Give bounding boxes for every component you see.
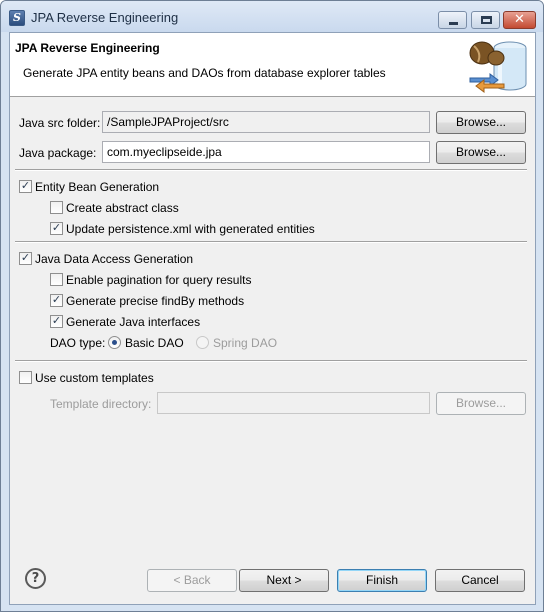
separator bbox=[15, 241, 527, 243]
package-field[interactable]: com.myeclipseide.jpa bbox=[102, 141, 430, 163]
minimize-button[interactable] bbox=[438, 11, 467, 29]
page-title: JPA Reverse Engineering bbox=[15, 41, 160, 55]
basic-dao-label[interactable]: Basic DAO bbox=[125, 336, 184, 350]
custom-templates-label[interactable]: Use custom templates bbox=[35, 371, 154, 385]
window-title: JPA Reverse Engineering bbox=[31, 10, 179, 25]
create-abstract-class-checkbox[interactable] bbox=[50, 201, 63, 214]
src-folder-field[interactable]: /SampleJPAProject/src bbox=[102, 111, 430, 133]
java-interfaces-checkbox[interactable]: ✓ bbox=[50, 314, 63, 328]
eclipse-icon: S bbox=[9, 10, 25, 26]
src-folder-label: Java src folder: bbox=[19, 116, 101, 130]
basic-dao-radio[interactable] bbox=[108, 336, 121, 349]
wizard-header: JPA Reverse Engineering Generate JPA ent… bbox=[10, 33, 535, 97]
spring-dao-radio[interactable] bbox=[196, 336, 209, 349]
help-icon[interactable]: ? bbox=[25, 568, 46, 589]
package-browse-button[interactable]: Browse... bbox=[436, 141, 526, 164]
next-button[interactable]: Next > bbox=[239, 569, 329, 592]
maximize-button[interactable] bbox=[471, 11, 500, 29]
check-icon: ✓ bbox=[51, 221, 62, 234]
close-button[interactable]: ✕ bbox=[503, 11, 536, 29]
spring-dao-label[interactable]: Spring DAO bbox=[213, 336, 277, 350]
finish-button[interactable]: Finish bbox=[337, 569, 427, 592]
entity-bean-generation-label[interactable]: Entity Bean Generation bbox=[35, 180, 159, 194]
template-directory-label: Template directory: bbox=[50, 397, 152, 411]
java-data-access-generation-checkbox[interactable]: ✓ bbox=[19, 251, 32, 265]
separator bbox=[15, 169, 527, 171]
database-java-icon bbox=[469, 41, 527, 93]
title-bar[interactable]: S JPA Reverse Engineering ✕ bbox=[1, 1, 543, 32]
separator bbox=[15, 360, 527, 362]
template-browse-button[interactable]: Browse... bbox=[436, 392, 526, 415]
java-data-access-generation-label[interactable]: Java Data Access Generation bbox=[35, 252, 193, 266]
close-icon: ✕ bbox=[514, 12, 525, 27]
package-label: Java package: bbox=[19, 146, 97, 160]
check-icon: ✓ bbox=[20, 251, 31, 264]
dialog-window: S JPA Reverse Engineering ✕ JPA Reverse … bbox=[0, 0, 544, 612]
entity-bean-generation-checkbox[interactable]: ✓ bbox=[19, 179, 32, 193]
enable-pagination-label[interactable]: Enable pagination for query results bbox=[66, 273, 251, 287]
radio-selected-icon bbox=[112, 340, 117, 345]
precise-findby-label[interactable]: Generate precise findBy methods bbox=[66, 294, 244, 308]
update-persistence-label[interactable]: Update persistence.xml with generated en… bbox=[66, 222, 315, 236]
java-interfaces-label[interactable]: Generate Java interfaces bbox=[66, 315, 200, 329]
custom-templates-checkbox[interactable] bbox=[19, 371, 32, 384]
minimize-icon bbox=[449, 22, 458, 25]
back-button[interactable]: < Back bbox=[147, 569, 237, 592]
precise-findby-checkbox[interactable]: ✓ bbox=[50, 293, 63, 307]
enable-pagination-checkbox[interactable] bbox=[50, 273, 63, 286]
dao-type-label: DAO type: bbox=[50, 336, 106, 350]
check-icon: ✓ bbox=[51, 293, 62, 306]
update-persistence-checkbox[interactable]: ✓ bbox=[50, 221, 63, 235]
src-folder-browse-button[interactable]: Browse... bbox=[436, 111, 526, 134]
dialog-body: JPA Reverse Engineering Generate JPA ent… bbox=[9, 32, 536, 605]
create-abstract-class-label[interactable]: Create abstract class bbox=[66, 201, 179, 215]
page-description: Generate JPA entity beans and DAOs from … bbox=[23, 66, 386, 80]
check-icon: ✓ bbox=[51, 314, 62, 327]
maximize-icon bbox=[481, 16, 492, 24]
template-directory-field[interactable] bbox=[157, 392, 430, 414]
cancel-button[interactable]: Cancel bbox=[435, 569, 525, 592]
check-icon: ✓ bbox=[20, 179, 31, 192]
